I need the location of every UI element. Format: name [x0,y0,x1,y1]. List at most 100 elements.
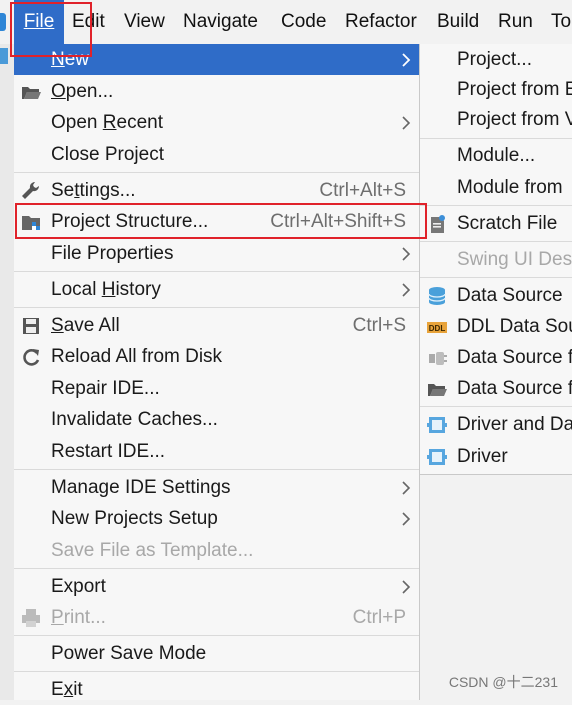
menu-item-restart-ide-label: Restart IDE... [51,441,166,462]
menu-item-power-save-mode[interactable]: Power Save Mode [14,638,419,669]
submenu-item-driver-and-data-source-label: Driver and Da [457,414,572,435]
submenu-item-scratch-file-label: Scratch File [457,213,558,234]
menu-item-reload-all-label: Reload All from Disk [51,346,223,367]
menu-view[interactable]: View [124,0,165,44]
menu-item-repair-ide-label: Repair IDE... [51,378,160,399]
submenu-item-swing-ui-designer: Swing UI Desi [420,244,572,275]
submenu-item-data-source-label: Data Source [457,285,563,306]
menu-item-new-projects-setup[interactable]: New Projects Setup [14,503,419,534]
menu-item-settings[interactable]: Settings... Ctrl+Alt+S [14,175,419,206]
submenu-item-data-source[interactable]: Data Source [420,280,572,311]
chevron-right-icon [401,238,413,269]
left-gutter [0,44,14,700]
menu-view-label: View [124,11,165,32]
menu-item-save-all[interactable]: Save All Ctrl+S [14,310,419,341]
menu-item-open-label: Open... [51,81,114,102]
menu-refactor[interactable]: Refactor [345,0,417,44]
folder-open-icon [426,378,448,400]
project-structure-shortcut: Ctrl+Alt+Shift+S [270,211,406,232]
menu-build[interactable]: Build [437,0,479,44]
menu-item-export[interactable]: Export [14,571,419,602]
menu-item-manage-ide-settings[interactable]: Manage IDE Settings [14,472,419,503]
submenu-item-project-label: Project... [457,49,532,70]
submenu-item-module-from[interactable]: Module from [420,172,572,203]
database-icon [426,285,448,307]
menu-navigate-label: Navigate [183,11,258,32]
menu-item-power-save-mode-label: Power Save Mode [51,643,207,664]
menu-item-restart-ide[interactable]: Restart IDE... [14,436,419,467]
watermark: CSDN @十二231 [448,674,558,690]
menu-build-label: Build [437,11,480,32]
menu-item-file-properties[interactable]: File Properties [14,238,419,269]
menu-item-project-structure[interactable]: Project Structure... Ctrl+Alt+Shift+S [14,206,419,237]
menu-item-print: Print... Ctrl+P [14,602,419,633]
menu-item-print-label: Print... [51,607,106,628]
menu-item-new-label: New [51,49,90,70]
menu-file[interactable]: File [14,0,64,44]
menu-item-save-all-label: Save All [51,315,120,336]
menu-navigate[interactable]: Navigate [183,0,258,44]
menu-item-open-recent[interactable]: Open Recent [14,107,419,138]
menu-separator [14,307,419,308]
submenu-item-module[interactable]: Module... [420,140,572,171]
menu-run-label: Run [498,11,533,32]
driver-icon [426,446,448,468]
submenu-item-scratch-file[interactable]: Scratch File [420,208,572,239]
menu-item-close-project[interactable]: Close Project [14,139,419,170]
submenu-item-driver-label: Driver [457,446,508,467]
menu-run[interactable]: Run [498,0,533,44]
menu-separator [14,469,419,470]
menu-tools[interactable]: To [551,0,571,44]
driver-icon [426,414,448,436]
menu-item-save-as-template-label: Save File as Template... [51,540,254,561]
folder-open-icon [20,81,42,103]
project-structure-icon [20,211,42,233]
chevron-right-icon [401,472,413,503]
submenu-item-project-from-existing-label: Project from E [457,79,572,100]
submenu-item-driver[interactable]: Driver [420,441,572,472]
menu-item-invalidate-caches[interactable]: Invalidate Caches... [14,404,419,435]
submenu-item-project-from-vcs[interactable]: Project from V [420,104,572,135]
menu-item-export-label: Export [51,576,106,597]
submenu-item-driver-and-data-source[interactable]: Driver and Da [420,409,572,440]
menu-item-exit[interactable]: Exit [14,674,419,705]
submenu-item-data-source-from-url[interactable]: Data Source f [420,342,572,373]
menu-item-save-as-template: Save File as Template... [14,535,419,566]
menu-separator [420,205,572,206]
chevron-right-icon [401,107,413,138]
submenu-item-module-label: Module... [457,145,536,166]
menu-item-new[interactable]: New [14,44,419,75]
menu-item-new-projects-setup-label: New Projects Setup [51,508,218,529]
menu-item-open[interactable]: Open... [14,76,419,107]
menu-item-file-properties-label: File Properties [51,243,174,264]
menu-item-repair-ide[interactable]: Repair IDE... [14,373,419,404]
menu-item-local-history-label: Local History [51,279,161,300]
menu-bar: File Edit View Navigate Code Refactor Bu… [0,0,572,45]
menu-item-reload-all[interactable]: Reload All from Disk [14,341,419,372]
menu-refactor-label: Refactor [345,11,417,32]
menu-item-manage-ide-settings-label: Manage IDE Settings [51,477,231,498]
menu-code[interactable]: Code [281,0,326,44]
submenu-item-project-from-existing[interactable]: Project from E [420,74,572,105]
refresh-icon [20,346,42,368]
menu-code-label: Code [281,11,327,32]
chevron-right-icon [401,44,413,75]
chevron-right-icon [401,274,413,305]
save-all-shortcut: Ctrl+S [352,315,406,336]
menu-item-local-history[interactable]: Local History [14,274,419,305]
menu-item-exit-label: Exit [51,679,83,700]
submenu-item-project[interactable]: Project... [420,44,572,75]
menu-separator [420,406,572,407]
gutter-marker [0,48,8,64]
menu-edit[interactable]: Edit [72,0,105,44]
menu-separator [420,241,572,242]
menu-separator [420,138,572,139]
plug-icon [426,347,448,369]
new-submenu: Project... Project from E Project from V… [419,44,572,475]
submenu-item-ddl-data-source[interactable]: DDL DDL Data Sou [420,311,572,342]
submenu-item-data-source-from-url-label: Data Source f [457,347,572,368]
submenu-item-data-source-from-path[interactable]: Data Source f [420,373,572,404]
submenu-item-data-source-from-path-label: Data Source f [457,378,572,399]
menu-tools-label: To [551,11,572,32]
menu-separator [14,271,419,272]
